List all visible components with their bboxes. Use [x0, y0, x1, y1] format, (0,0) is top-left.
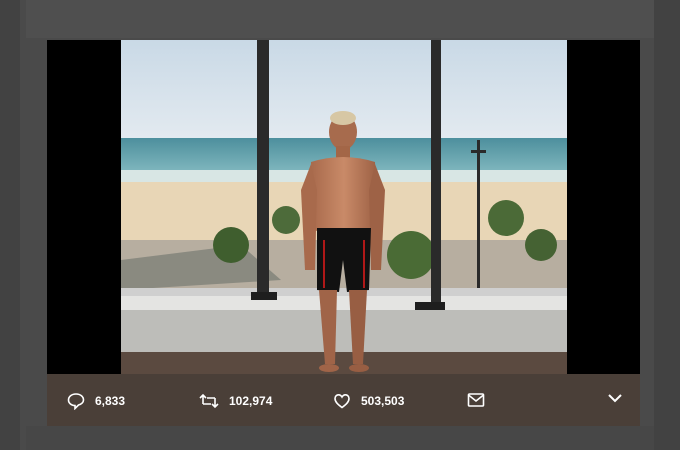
- retweet-button[interactable]: 102,974: [199, 392, 272, 410]
- background-left-column: [0, 0, 20, 450]
- reply-count: 6,833: [95, 394, 126, 408]
- retweet-count: 102,974: [229, 394, 273, 408]
- tweet-photo[interactable]: [121, 40, 567, 374]
- envelope-icon: [467, 392, 485, 408]
- background-footer: [26, 426, 654, 450]
- background-header: [26, 0, 654, 38]
- chevron-down-icon: [607, 392, 623, 404]
- like-count: 503,503: [361, 394, 405, 408]
- speech-bubble-icon: [67, 392, 85, 410]
- reply-button[interactable]: 6,833: [67, 392, 125, 410]
- background-right-column: [654, 0, 680, 450]
- tweet-action-bar: 6,833 102,974 503,503: [47, 374, 640, 426]
- heart-icon: [333, 392, 351, 410]
- direct-message-button[interactable]: [467, 392, 485, 408]
- retweet-icon: [199, 392, 219, 410]
- more-options-button[interactable]: [607, 392, 623, 404]
- like-button[interactable]: 503,503: [333, 392, 404, 410]
- media-viewer: 6,833 102,974 503,503: [47, 40, 640, 426]
- photo-illustration: [121, 40, 567, 374]
